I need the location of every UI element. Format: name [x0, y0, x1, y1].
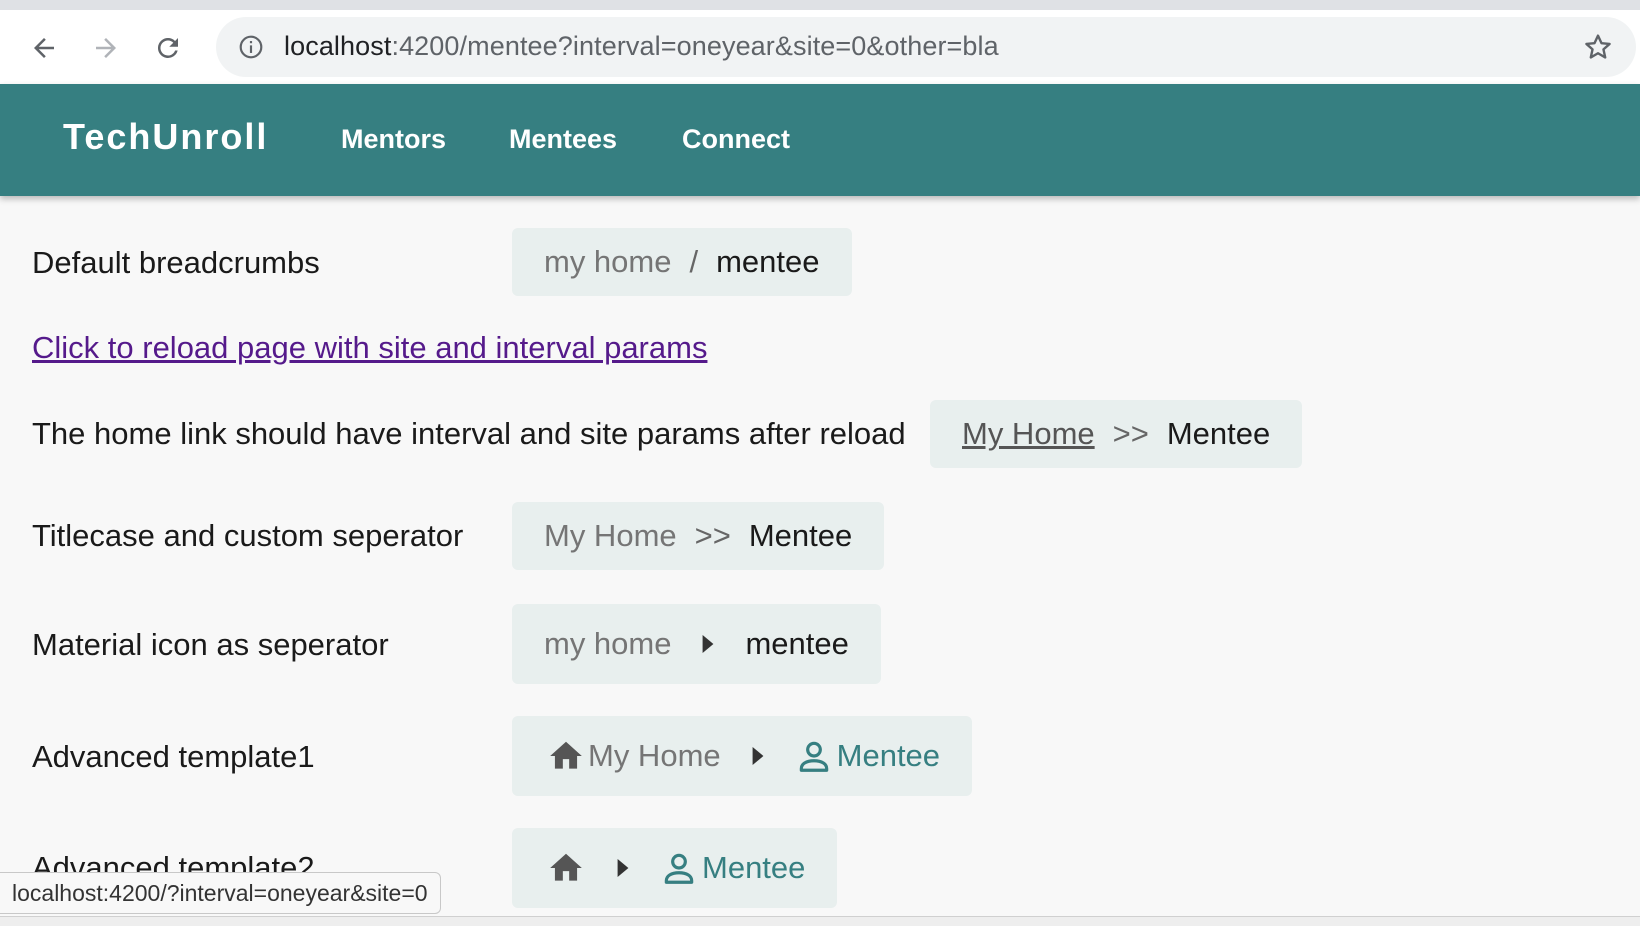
brand-logo[interactable]: TechUnroll	[63, 116, 268, 158]
arrow-right-icon	[96, 38, 116, 58]
back-button[interactable]	[26, 30, 62, 66]
person-icon	[795, 737, 833, 775]
row-label-params: The home link should have interval and s…	[32, 416, 906, 451]
app-header: TechUnroll Mentors Mentees Connect	[0, 84, 1640, 196]
chevron-right-icon	[749, 745, 767, 767]
breadcrumb-current: Mentee	[1166, 416, 1271, 451]
info-icon[interactable]	[238, 34, 264, 60]
breadcrumb-current: Mentee	[748, 518, 853, 553]
breadcrumb-params: My Home >> Mentee	[930, 400, 1303, 468]
breadcrumb-home[interactable]: my home	[544, 244, 671, 280]
row-label-material: Material icon as seperator	[32, 627, 389, 662]
breadcrumb-separator: /	[689, 244, 699, 279]
url-text[interactable]: localhost:4200/mentee?interval=oneyear&s…	[284, 31, 999, 62]
browser-toolbar: localhost:4200/mentee?interval=oneyear&s…	[0, 10, 1640, 84]
person-icon	[660, 849, 698, 887]
browser-tab-strip	[0, 0, 1640, 10]
url-host: localhost	[284, 31, 392, 61]
breadcrumb-home[interactable]: My Home	[544, 518, 677, 554]
address-bar[interactable]: localhost:4200/mentee?interval=oneyear&s…	[216, 17, 1636, 77]
breadcrumb-advanced2: Mentee	[512, 828, 838, 908]
nav-connect[interactable]: Connect	[682, 124, 790, 155]
row-label-titlecase: Titlecase and custom seperator	[32, 518, 464, 553]
breadcrumb-current: Mentee	[702, 850, 806, 885]
breadcrumb-current: Mentee	[836, 738, 941, 773]
breadcrumb-material: my home mentee	[512, 604, 881, 684]
row-label-advanced1: Advanced template1	[32, 739, 315, 774]
breadcrumb-separator: >>	[1112, 416, 1149, 451]
link-status-bar: localhost:4200/?interval=oneyear&site=0	[0, 872, 441, 914]
breadcrumb-current: mentee	[745, 626, 849, 661]
refresh-icon	[157, 37, 178, 58]
nav-mentors[interactable]: Mentors	[341, 124, 446, 155]
breadcrumb-titlecase: My Home >> Mentee	[512, 502, 885, 570]
breadcrumb-default: my home / mentee	[512, 228, 852, 296]
window-bottom-edge	[0, 916, 1640, 926]
breadcrumb-home[interactable]: my home	[544, 626, 671, 662]
star-icon[interactable]	[1582, 31, 1614, 63]
reload-params-link[interactable]: Click to reload page with site and inter…	[32, 330, 707, 366]
chevron-right-icon	[699, 633, 717, 655]
reload-button[interactable]	[150, 30, 186, 66]
nav-mentees[interactable]: Mentees	[509, 124, 617, 155]
forward-button[interactable]	[88, 30, 124, 66]
breadcrumb-separator: >>	[694, 518, 731, 553]
breadcrumb-current: mentee	[716, 244, 820, 279]
breadcrumb-home[interactable]: My Home	[588, 738, 721, 774]
url-path: :4200/mentee?interval=oneyear&site=0&oth…	[391, 31, 999, 61]
home-icon[interactable]	[546, 849, 586, 887]
breadcrumb-home[interactable]: My Home	[962, 416, 1095, 452]
home-icon[interactable]	[546, 737, 586, 775]
chevron-right-icon	[614, 857, 632, 879]
arrow-left-icon	[34, 38, 54, 58]
row-label-default: Default breadcrumbs	[32, 245, 320, 280]
breadcrumb-advanced1: My Home Mentee	[512, 716, 973, 796]
